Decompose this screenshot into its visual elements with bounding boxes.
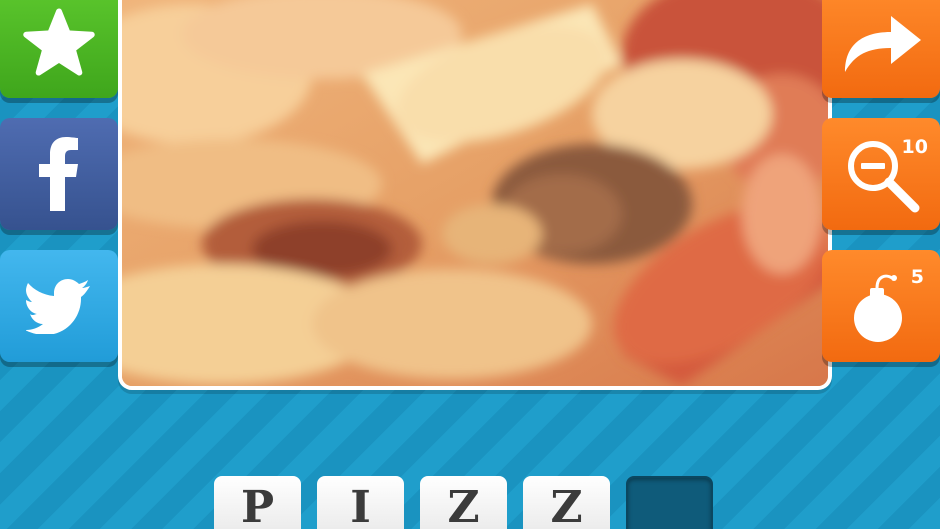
share-button[interactable] (822, 0, 940, 98)
empty-answer-tile[interactable] (626, 476, 713, 529)
puzzle-photo (118, 0, 832, 390)
answer-tile[interactable]: I (317, 476, 404, 529)
star-icon (22, 7, 96, 77)
bomb-hint-count: 5 (910, 266, 924, 288)
answer-tiles: P I Z Z (214, 476, 713, 529)
twitter-share-button[interactable] (0, 250, 118, 362)
bomb-icon (846, 266, 916, 346)
facebook-share-button[interactable] (0, 118, 118, 230)
zoom-out-hint-button[interactable]: 10 (822, 118, 940, 230)
curved-arrow-icon (839, 10, 923, 74)
bomb-hint-button[interactable]: 5 (822, 250, 940, 362)
answer-tile[interactable]: P (214, 476, 301, 529)
twitter-bird-icon (26, 278, 92, 334)
facebook-icon (37, 137, 81, 211)
answer-tile[interactable]: Z (523, 476, 610, 529)
answer-tile[interactable]: Z (420, 476, 507, 529)
zoom-hint-count: 10 (901, 136, 928, 158)
favorite-star-button[interactable] (0, 0, 118, 98)
